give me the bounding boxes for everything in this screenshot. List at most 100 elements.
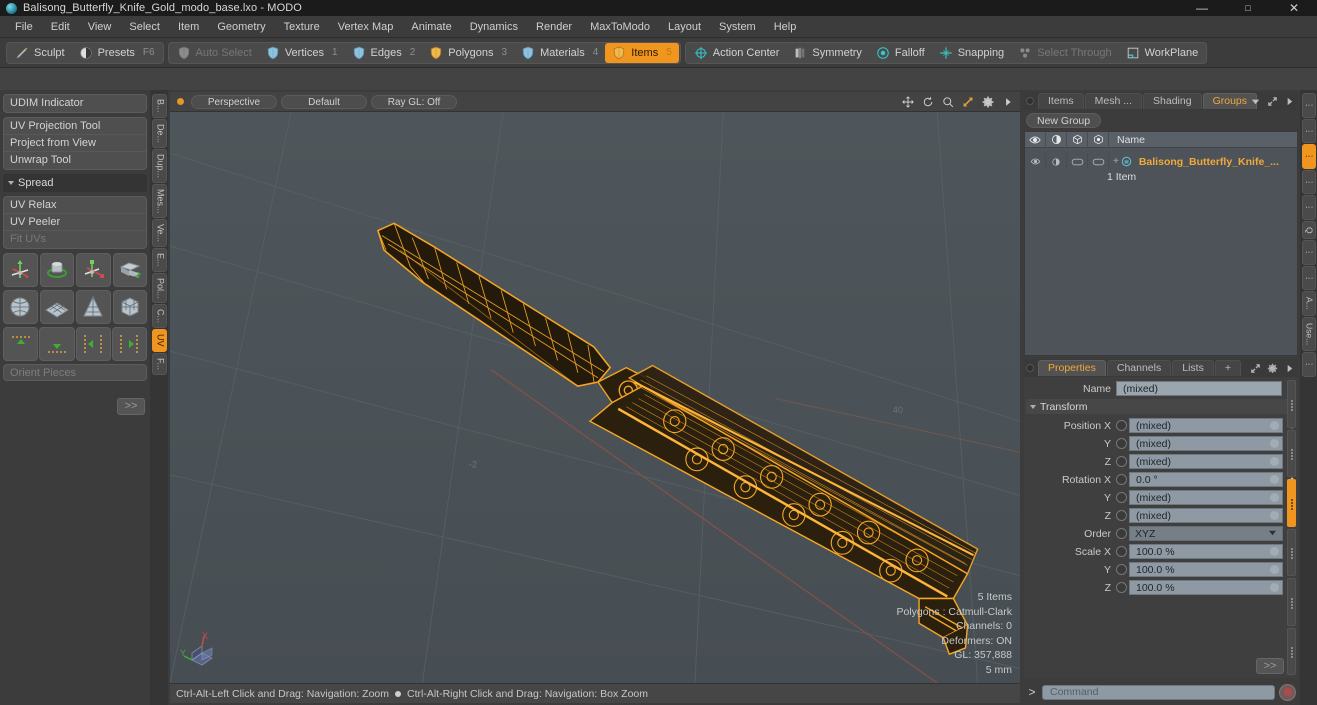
left-panel-more-button[interactable]: >> bbox=[117, 398, 145, 415]
toolbar-button-polygons[interactable]: Polygons 3 bbox=[422, 43, 514, 63]
toolbar-button-symmetry[interactable]: Symmetry bbox=[786, 43, 869, 63]
right-vtab-q[interactable]: Q bbox=[1301, 220, 1316, 240]
toolbar-button-select-through[interactable]: Select Through bbox=[1011, 43, 1118, 63]
new-group-button[interactable]: New Group bbox=[1026, 113, 1102, 128]
align-right-icon[interactable] bbox=[111, 327, 147, 361]
toolbar-button-presets[interactable]: Presets F6 bbox=[72, 43, 162, 63]
toolbar-button-snapping[interactable]: Snapping bbox=[932, 43, 1012, 63]
zoom-icon[interactable] bbox=[942, 96, 954, 108]
menu-item-item[interactable]: Item bbox=[169, 16, 208, 38]
tab-groups[interactable]: Groups bbox=[1202, 93, 1258, 109]
uv-scale-gizmo-icon[interactable] bbox=[76, 253, 111, 287]
row-visibility-toggle[interactable] bbox=[1025, 154, 1046, 169]
toolbar-button-workplane[interactable]: WorkPlane bbox=[1119, 43, 1206, 63]
right-vtab-handle-0[interactable] bbox=[1301, 93, 1316, 118]
tab-shading[interactable]: Shading bbox=[1143, 93, 1202, 109]
uv-flip-icon[interactable] bbox=[112, 253, 147, 287]
tool-item-uv-peeler[interactable]: UV Peeler bbox=[4, 214, 146, 231]
menu-item-render[interactable]: Render bbox=[527, 16, 581, 38]
property-channel-toggle[interactable] bbox=[1116, 492, 1127, 503]
property-field-z[interactable]: (mixed) bbox=[1129, 508, 1283, 523]
pan-icon[interactable] bbox=[902, 95, 914, 108]
grip-handle[interactable] bbox=[1287, 528, 1296, 576]
left-vtab-ve[interactable]: Ve... bbox=[151, 219, 167, 248]
property-field-position-x[interactable]: (mixed) bbox=[1129, 418, 1283, 433]
menu-item-view[interactable]: View bbox=[79, 16, 121, 38]
menu-item-layout[interactable]: Layout bbox=[659, 16, 710, 38]
align-left-icon[interactable] bbox=[75, 327, 111, 361]
table-row[interactable]: + Balisong_Butterfly_Knife_... bbox=[1025, 154, 1297, 169]
menu-item-select[interactable]: Select bbox=[120, 16, 169, 38]
tool-item-uv-relax[interactable]: UV Relax bbox=[4, 197, 146, 214]
property-channel-toggle[interactable] bbox=[1116, 420, 1127, 431]
menu-item-system[interactable]: System bbox=[710, 16, 765, 38]
uv-grid-map-icon[interactable] bbox=[39, 290, 74, 324]
tool-item-uv-projection-tool[interactable]: UV Projection Tool bbox=[4, 118, 146, 135]
property-select-order[interactable]: XYZ bbox=[1129, 526, 1283, 541]
toolbar-button-edges[interactable]: Edges 2 bbox=[345, 43, 423, 63]
menu-item-texture[interactable]: Texture bbox=[275, 16, 329, 38]
expand-icon[interactable] bbox=[1250, 363, 1261, 374]
menu-item-maxtomodo[interactable]: MaxToModo bbox=[581, 16, 659, 38]
grip-handle[interactable] bbox=[1287, 429, 1296, 477]
toolbar-button-sculpt[interactable]: Sculpt bbox=[8, 43, 72, 63]
property-channel-toggle[interactable] bbox=[1116, 474, 1127, 485]
rotate-icon[interactable] bbox=[922, 96, 934, 108]
property-channel-toggle[interactable] bbox=[1116, 456, 1127, 467]
menu-item-edit[interactable]: Edit bbox=[42, 16, 79, 38]
left-vtab-uv[interactable]: UV bbox=[151, 329, 167, 352]
align-up-icon[interactable] bbox=[3, 327, 39, 361]
tab-properties[interactable]: Properties bbox=[1038, 360, 1106, 376]
right-vtab-handle-3[interactable] bbox=[1301, 169, 1316, 194]
right-vtab-handle-2[interactable] bbox=[1301, 144, 1316, 169]
left-vtab-pol[interactable]: Pol... bbox=[151, 272, 167, 304]
property-field-scale-x[interactable]: 100.0 % bbox=[1129, 544, 1283, 559]
transform-section-header[interactable]: Transform bbox=[1026, 399, 1296, 414]
left-vtab-b[interactable]: B... bbox=[151, 94, 167, 118]
grip-handle[interactable] bbox=[1287, 627, 1296, 675]
gear-icon[interactable] bbox=[982, 96, 994, 108]
menu-item-file[interactable]: File bbox=[6, 16, 42, 38]
spread-section-header[interactable]: Spread bbox=[3, 174, 147, 192]
row-shading-toggle[interactable] bbox=[1046, 154, 1067, 169]
menu-item-geometry[interactable]: Geometry bbox=[208, 16, 274, 38]
toolbar-button-vertices[interactable]: Vertices 1 bbox=[259, 43, 345, 63]
property-channel-toggle[interactable] bbox=[1116, 528, 1127, 539]
toolbar-button-action-center[interactable]: Action Center bbox=[687, 43, 787, 63]
left-vtab-dup[interactable]: Dup... bbox=[151, 148, 167, 183]
left-vtab-mes[interactable]: Mes... bbox=[151, 183, 167, 219]
property-channel-toggle[interactable] bbox=[1116, 510, 1127, 521]
right-vtab-handle-7[interactable] bbox=[1301, 265, 1316, 291]
viewport-projection-button[interactable]: Perspective bbox=[191, 94, 277, 109]
align-down-icon[interactable] bbox=[39, 327, 75, 361]
command-input[interactable]: Command bbox=[1042, 684, 1275, 700]
maximize-button[interactable]: □ bbox=[1225, 0, 1271, 16]
grip-handle[interactable] bbox=[1287, 578, 1296, 626]
property-field-z[interactable]: 100.0 % bbox=[1129, 580, 1283, 595]
right-vtab-a[interactable]: A... bbox=[1301, 291, 1316, 316]
uv-rotate-gizmo-icon[interactable] bbox=[39, 253, 74, 287]
property-field-y[interactable]: (mixed) bbox=[1129, 436, 1283, 451]
orient-pieces-field[interactable]: Orient Pieces bbox=[3, 364, 147, 381]
menu-item-help[interactable]: Help bbox=[765, 16, 806, 38]
grip-handle-active[interactable] bbox=[1287, 479, 1296, 527]
uv-box-map-icon[interactable] bbox=[112, 290, 147, 324]
tab-lists[interactable]: Lists bbox=[1172, 360, 1214, 376]
property-field-y[interactable]: 100.0 % bbox=[1129, 562, 1283, 577]
tool-item-udim-indicator[interactable]: UDIM Indicator bbox=[4, 95, 146, 112]
left-vtab-f[interactable]: F... bbox=[151, 352, 167, 375]
property-field-z[interactable]: (mixed) bbox=[1129, 454, 1283, 469]
chevron-right-icon[interactable] bbox=[1284, 96, 1295, 107]
property-channel-toggle[interactable] bbox=[1116, 564, 1127, 575]
minimize-button[interactable]: — bbox=[1179, 0, 1225, 16]
viewport-style-button[interactable]: Default bbox=[281, 94, 367, 109]
menu-item-vertex-map[interactable]: Vertex Map bbox=[329, 16, 403, 38]
gear-icon[interactable] bbox=[1267, 363, 1278, 374]
menu-item-animate[interactable]: Animate bbox=[402, 16, 460, 38]
menu-item-dynamics[interactable]: Dynamics bbox=[461, 16, 527, 38]
row-render-toggle[interactable] bbox=[1067, 154, 1088, 169]
toolbar-button-auto-select[interactable]: Auto Select bbox=[170, 43, 259, 63]
left-vtab-c[interactable]: C... bbox=[151, 304, 167, 329]
group-item-name[interactable]: Balisong_Butterfly_Knife_... bbox=[1135, 156, 1279, 168]
viewport-raygl-button[interactable]: Ray GL: Off bbox=[371, 94, 457, 109]
